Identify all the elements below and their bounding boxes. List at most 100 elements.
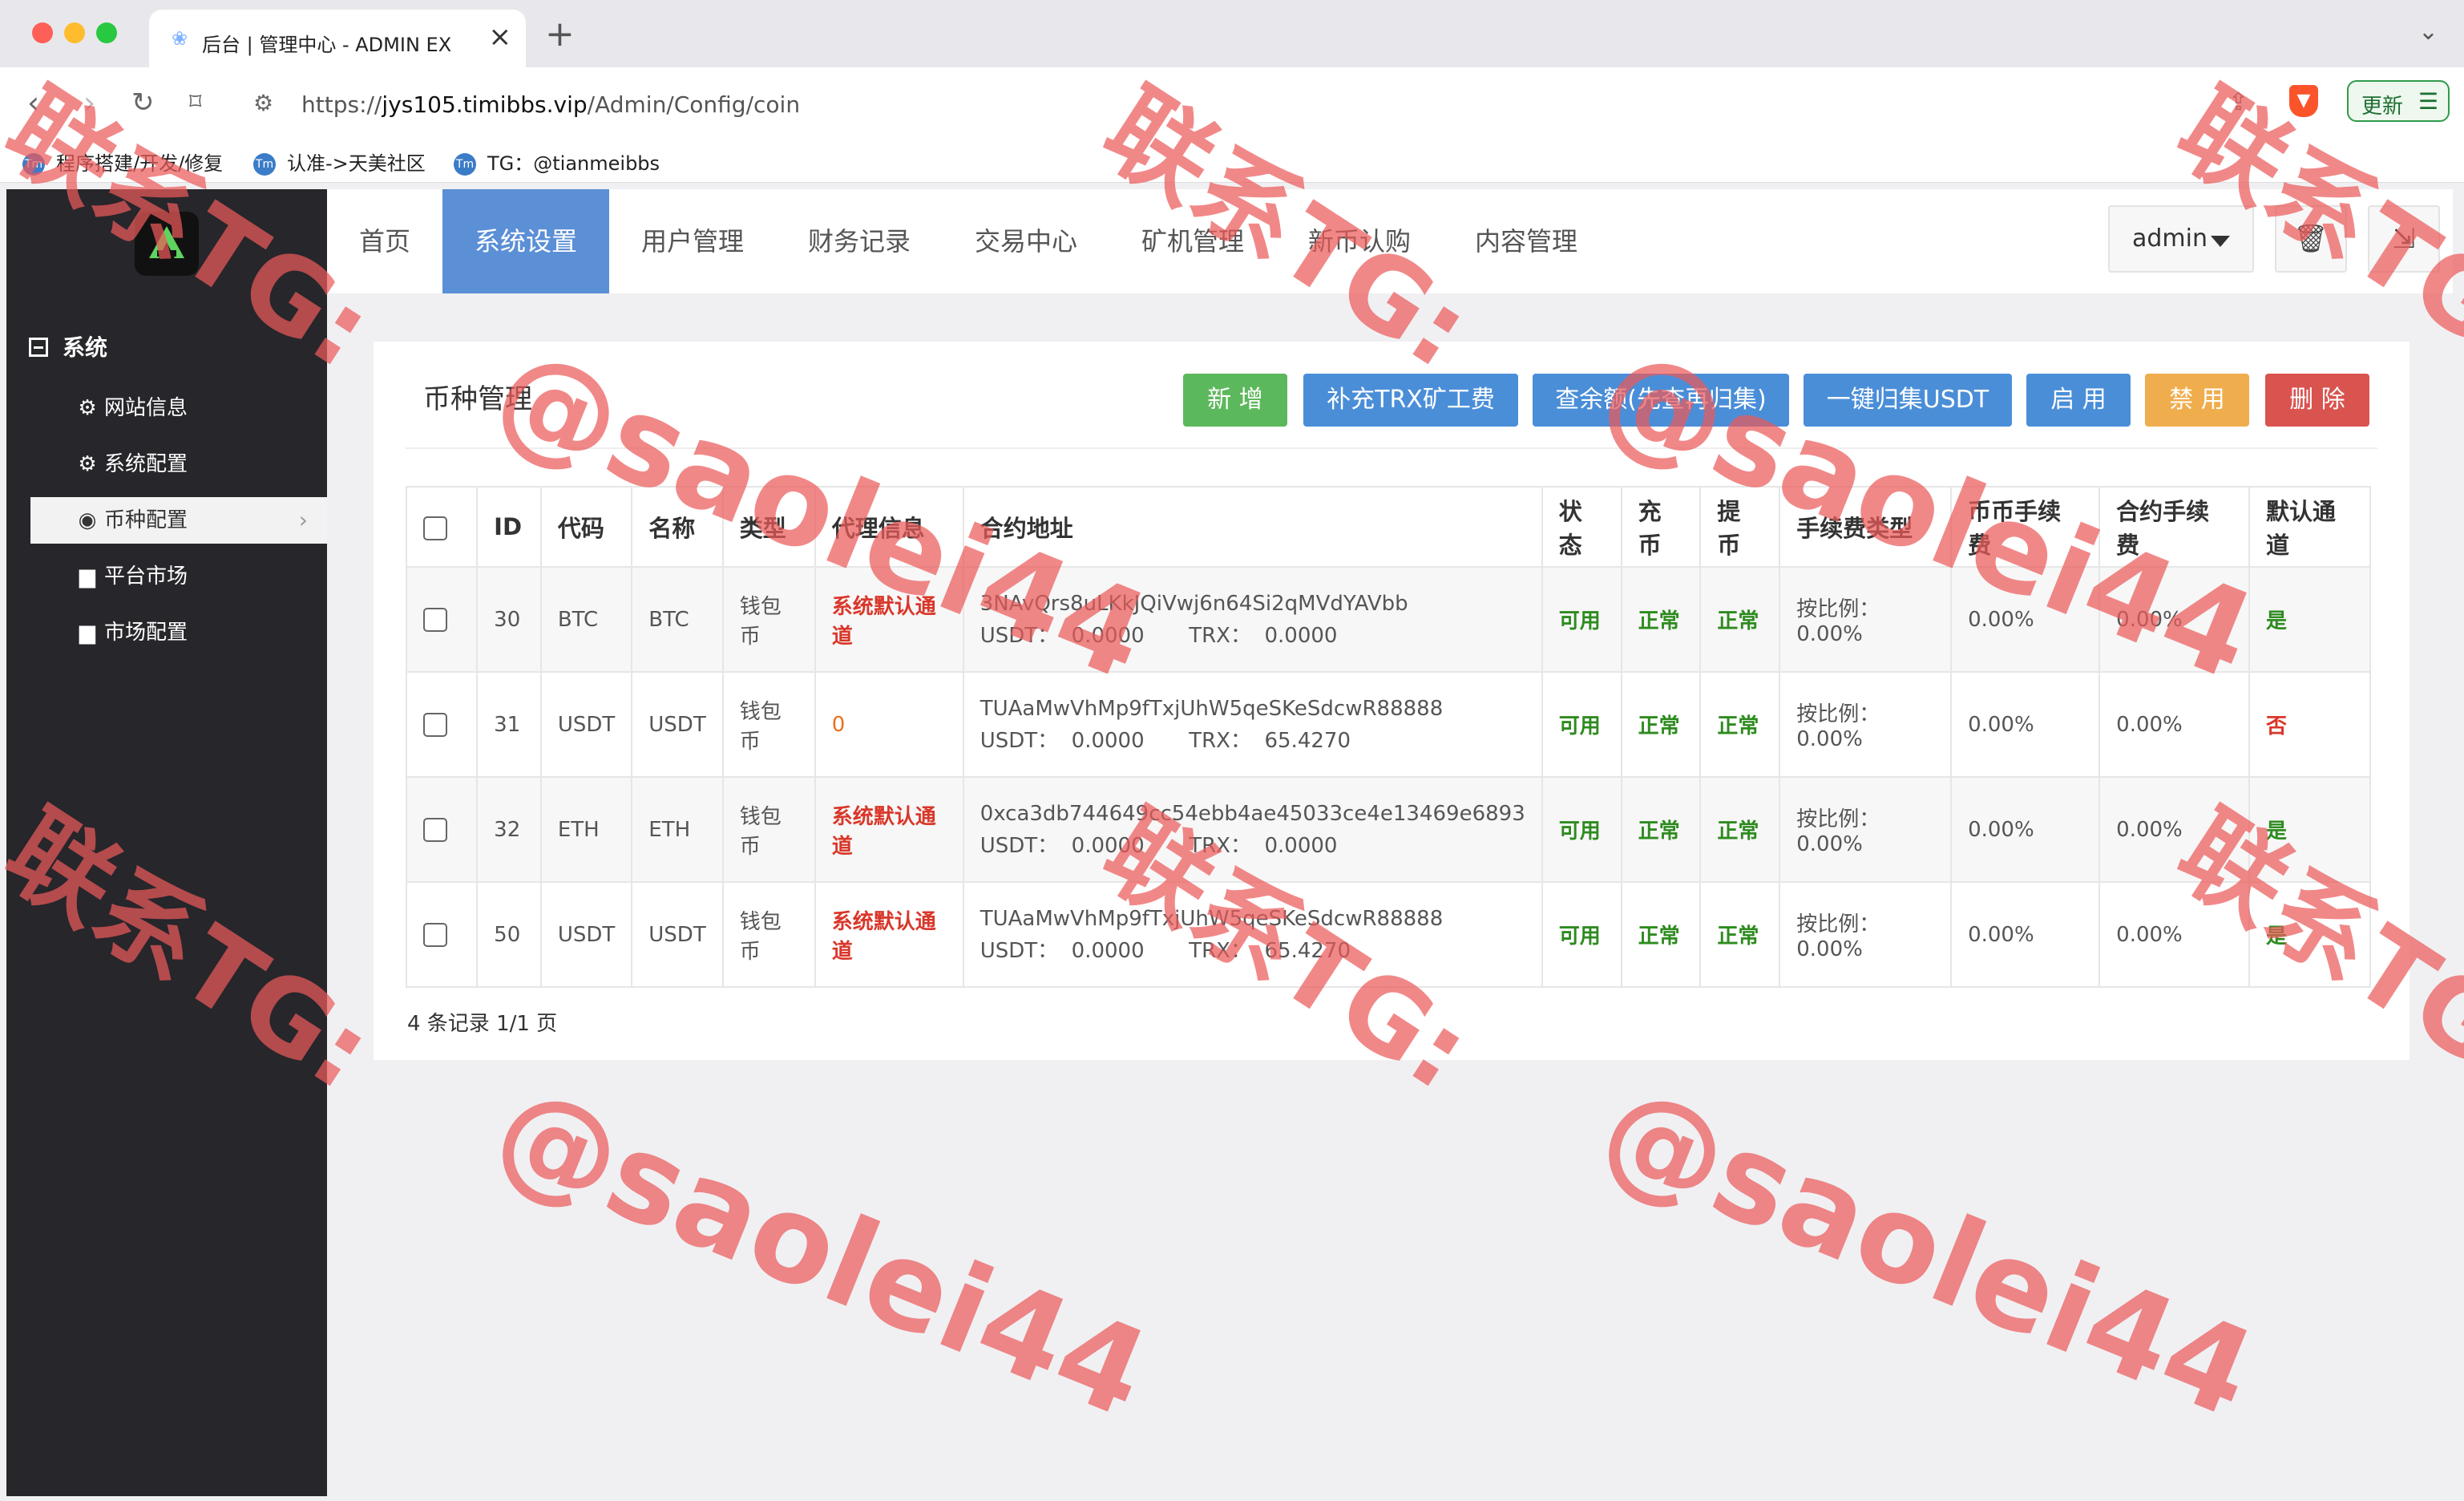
spot-fee-cell: 0.00% bbox=[1950, 671, 2101, 778]
forward-icon[interactable]: › bbox=[83, 85, 95, 120]
select-all-cell bbox=[405, 486, 479, 568]
row-select-cell bbox=[405, 881, 479, 988]
sidebar-item-market-config[interactable]: ▆ 市场配置 bbox=[30, 609, 327, 656]
address-cell: TUAaMwVhMp9fTxjUhW5qeSKeSdcwR88888 USDT：… bbox=[962, 671, 1543, 778]
bookmark-item[interactable]: Tm 认准->天美社区 bbox=[253, 148, 426, 176]
site-favicon-icon: ❀ bbox=[171, 27, 188, 50]
agent-cell: 系统默认通道 bbox=[814, 881, 964, 988]
sidebar-item-site-info[interactable]: ⚙ 网站信息 bbox=[30, 385, 327, 431]
column-header: 充币 bbox=[1620, 486, 1702, 568]
chevron-down-icon[interactable]: ⌄ bbox=[2418, 18, 2438, 46]
column-header: 类型 bbox=[721, 486, 816, 568]
page-title: 币种管理 bbox=[423, 383, 532, 415]
bookmark-item[interactable]: Tm 程序搭建/开发/修复 bbox=[22, 148, 223, 176]
sidebar-item-coin-config[interactable]: ◉ 币种配置 › bbox=[30, 497, 327, 544]
balance-line: USDT： 0.0000 TRX： 65.4270 bbox=[980, 728, 1351, 753]
nav-home[interactable]: 首页 bbox=[327, 189, 442, 293]
delete-button[interactable]: 删 除 bbox=[2265, 374, 2369, 427]
column-header: 代理信息 bbox=[814, 486, 964, 568]
menu-icon: ☰ bbox=[2418, 88, 2438, 115]
select-all-checkbox[interactable] bbox=[423, 516, 447, 540]
coin-management-panel: 币种管理 新 增 补充TRX矿工费 查余额(先查再归集) 一键归集USDT 启 … bbox=[374, 342, 2409, 1060]
logout-icon[interactable]: ⇲ bbox=[2368, 205, 2440, 273]
chevron-right-icon: › bbox=[298, 507, 308, 533]
column-header: 合约手续费 bbox=[2098, 486, 2251, 568]
name-cell: ETH bbox=[631, 776, 724, 883]
nav-finance-records[interactable]: 财务记录 bbox=[776, 189, 943, 293]
tab-title: 后台 | 管理中心 - ADMIN EX bbox=[202, 34, 452, 56]
share-icon[interactable]: ⇪ bbox=[2228, 88, 2248, 116]
table-row[interactable]: 31 USDT USDT 钱包币 0 TUAaMwVhMp9fTxjUhW5qe… bbox=[405, 671, 2371, 778]
add-button[interactable]: 新 增 bbox=[1183, 374, 1287, 427]
row-checkbox[interactable] bbox=[423, 817, 447, 842]
sidebar-item-platform-market[interactable]: ▆ 平台市场 bbox=[30, 553, 327, 600]
contract-fee-cell: 0.00% bbox=[2098, 566, 2251, 673]
id-cell: 32 bbox=[476, 776, 542, 883]
nav-user-management[interactable]: 用户管理 bbox=[609, 189, 776, 293]
nav-trading-center[interactable]: 交易中心 bbox=[943, 189, 1109, 293]
address-bar[interactable]: ⚙ https://jys105.timibbs.vip/Admin/Confi… bbox=[240, 79, 2196, 127]
bookmark-icon[interactable]: ⌑ bbox=[189, 85, 201, 120]
balance-line: USDT： 0.0000 TRX： 0.0000 bbox=[980, 623, 1338, 648]
contract-address: 3NAvQrs8uLKkJQiVwj6n64Si2qMVdYAVbb bbox=[980, 591, 1408, 616]
bookmark-item[interactable]: Tm TG：@tianmeibbs bbox=[454, 148, 660, 176]
check-balance-button[interactable]: 查余额(先查再归集) bbox=[1533, 374, 1789, 427]
browser-titlebar: ❀ 后台 | 管理中心 - ADMIN EX × + ⌄ bbox=[0, 0, 2464, 67]
withdraw-cell: 正常 bbox=[1699, 671, 1781, 778]
table-row[interactable]: 32 ETH ETH 钱包币 系统默认通道 0xca3db744649cc54e… bbox=[405, 776, 2371, 883]
user-dropdown[interactable]: admin bbox=[2108, 205, 2254, 273]
disable-button[interactable]: 禁 用 bbox=[2145, 374, 2249, 427]
close-tab-icon[interactable]: × bbox=[489, 21, 512, 53]
site-settings-icon[interactable]: ⚙ bbox=[253, 90, 273, 116]
nav-system-settings[interactable]: 系统设置 bbox=[442, 189, 610, 293]
contract-address: TUAaMwVhMp9fTxjUhW5qeSKeSdcwR88888 bbox=[980, 906, 1444, 931]
sidebar-item-system-config[interactable]: ⚙ 系统配置 bbox=[30, 441, 327, 488]
minimize-window-button[interactable] bbox=[64, 22, 85, 43]
column-header: 合约地址 bbox=[962, 486, 1543, 568]
withdraw-cell: 正常 bbox=[1699, 566, 1781, 673]
column-header: 手续费类型 bbox=[1779, 486, 1953, 568]
row-checkbox[interactable] bbox=[423, 922, 447, 947]
reload-icon[interactable]: ↻ bbox=[131, 85, 155, 120]
row-checkbox[interactable] bbox=[423, 607, 447, 632]
contract-address: 0xca3db744649cc54ebb4ae45033ce4e13469e68… bbox=[980, 801, 1525, 826]
table-row[interactable]: 30 BTC BTC 钱包币 系统默认通道 3NAvQrs8uLKkJQiVwj… bbox=[405, 566, 2371, 673]
fee-type-cell: 按比例：0.00% bbox=[1779, 881, 1953, 988]
browser-toolbar: ‹ › ↻ ⌑ ⚙ https://jys105.timibbs.vip/Adm… bbox=[0, 67, 2464, 138]
brave-shield-icon[interactable]: ▼ bbox=[2289, 85, 2318, 117]
agent-cell: 0 bbox=[814, 671, 964, 778]
nav-content-management[interactable]: 内容管理 bbox=[1443, 189, 1610, 293]
table-row[interactable]: 50 USDT USDT 钱包币 系统默认通道 TUAaMwVhMp9fTxjU… bbox=[405, 881, 2371, 988]
code-cell: USDT bbox=[539, 671, 633, 778]
row-checkbox[interactable] bbox=[423, 712, 447, 737]
target-icon: ◉ bbox=[78, 508, 97, 532]
bar-chart-icon: ▆ bbox=[79, 621, 95, 645]
deposit-cell: 正常 bbox=[1620, 566, 1702, 673]
nav-miner-management[interactable]: 矿机管理 bbox=[1109, 189, 1276, 293]
trash-icon[interactable]: 🗑 bbox=[2275, 205, 2347, 273]
update-button[interactable]: 更新 ☰ bbox=[2347, 80, 2450, 122]
sidebar: 系统 ⚙ 网站信息 ⚙ 系统配置 ◉ 币种配置 › ▆ 平台市场 ▆ 市场配置 bbox=[6, 189, 327, 1496]
browser-tab[interactable]: ❀ 后台 | 管理中心 - ADMIN EX × bbox=[149, 10, 526, 67]
status-cell: 可用 bbox=[1541, 881, 1622, 988]
new-tab-icon[interactable]: + bbox=[545, 14, 575, 55]
spot-fee-cell: 0.00% bbox=[1950, 776, 2101, 883]
contract-fee-cell: 0.00% bbox=[2098, 776, 2251, 883]
close-window-button[interactable] bbox=[32, 22, 53, 43]
row-select-cell bbox=[405, 776, 479, 883]
app-logo[interactable] bbox=[135, 212, 199, 276]
enable-button[interactable]: 启 用 bbox=[2026, 374, 2131, 427]
divider bbox=[406, 447, 2377, 449]
zoom-window-button[interactable] bbox=[96, 22, 117, 43]
sidebar-section-title[interactable]: 系统 bbox=[29, 330, 107, 362]
nav-new-coin-subscription[interactable]: 新币认购 bbox=[1276, 189, 1443, 293]
topup-trx-button[interactable]: 补充TRX矿工费 bbox=[1303, 374, 1518, 427]
agent-cell: 系统默认通道 bbox=[814, 566, 964, 673]
contract-fee-cell: 0.00% bbox=[2098, 881, 2251, 988]
watermark-handle: @saolei44 bbox=[476, 1058, 1166, 1446]
gear-icon: ⚙ bbox=[78, 452, 97, 476]
bookmarks-bar: Tm 程序搭建/开发/修复 Tm 认准->天美社区 Tm TG：@tianmeibbs bbox=[0, 138, 2464, 183]
collect-usdt-button[interactable]: 一键归集USDT bbox=[1804, 374, 2012, 427]
agent-cell: 系统默认通道 bbox=[814, 776, 964, 883]
back-icon[interactable]: ‹ bbox=[27, 85, 39, 120]
